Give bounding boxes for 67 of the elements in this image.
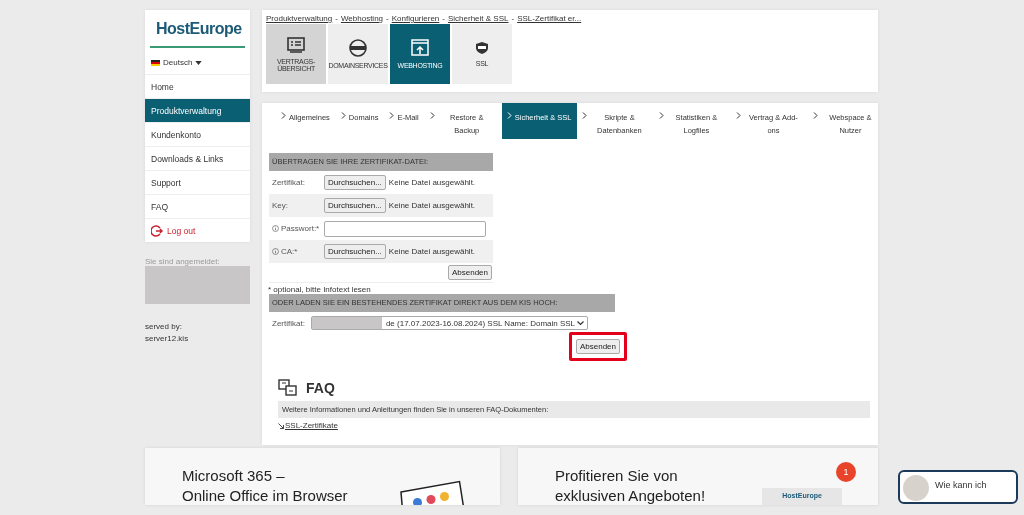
- chevron-icon: [389, 112, 395, 119]
- password-field[interactable]: [324, 220, 486, 237]
- arrow-icon: [278, 422, 284, 429]
- logo[interactable]: HostEurope: [150, 10, 245, 48]
- field-label: Passwort:*: [281, 224, 320, 233]
- nav-item[interactable]: Produktverwaltung: [145, 99, 250, 123]
- field-label: Zertifikat:: [272, 318, 305, 328]
- served-by-label: served by:: [145, 322, 183, 331]
- faq-link[interactable]: SSL-Zertifikate: [285, 421, 338, 430]
- server-name: server12.kis: [145, 334, 190, 343]
- flag-icon: [151, 59, 160, 66]
- promo-card[interactable]: Microsoft 365 – Online Office im Browser: [145, 448, 500, 505]
- caret-icon: [195, 60, 203, 65]
- redaction-block: [311, 317, 382, 329]
- file-status: Keine Datei ausgewählt.: [388, 201, 476, 210]
- info-icon: [272, 225, 279, 232]
- submit-button[interactable]: Absenden: [447, 265, 492, 280]
- breadcrumb-link[interactable]: Sicherheit & SSL: [448, 14, 509, 23]
- breadcrumb-separator: -: [511, 14, 515, 23]
- logout-icon: [151, 224, 163, 237]
- field-label: CA:*: [281, 247, 298, 256]
- tablet-chart-drawing: [398, 480, 464, 505]
- promo-title: Microsoft 365 –: [182, 466, 286, 486]
- breadcrumb-link[interactable]: Produktverwaltung: [266, 14, 333, 23]
- browse-button[interactable]: Durchsuchen...: [324, 244, 386, 259]
- chevron-icon: [429, 112, 435, 119]
- footnote: * optional, bitte Infotext lesen: [268, 285, 372, 294]
- breadcrumb-link[interactable]: SSL-Zertifikat er...: [517, 14, 582, 23]
- field-label: Zertifikat:: [272, 178, 305, 187]
- chevron-icon: [340, 112, 346, 119]
- login-label: Sie sind angemeldet:: [145, 257, 221, 266]
- breadcrumb-separator: -: [442, 14, 445, 23]
- submit-button[interactable]: Absenden: [575, 339, 620, 354]
- field-label: Key:: [272, 201, 288, 210]
- language-dropdown[interactable]: Deutsch: [145, 48, 250, 75]
- certificate-select[interactable]: de (17.07.2023-16.08.2024) SSL Name: Domain SSL: [310, 316, 589, 330]
- nav-item[interactable]: FAQ: [145, 195, 250, 219]
- chevron-icon: [281, 112, 286, 119]
- upload-window-icon: [411, 39, 429, 57]
- file-status: Keine Datei ausgewählt.: [388, 178, 476, 187]
- breadcrumb-link[interactable]: Webhosting: [340, 14, 384, 23]
- browse-button[interactable]: Durchsuchen...: [324, 175, 386, 190]
- chevron-icon: [736, 112, 742, 119]
- info-icon: [272, 248, 279, 255]
- chevron-icon: [582, 112, 588, 119]
- promo-title: exklusiven Angeboten!: [555, 486, 706, 505]
- nav-item[interactable]: Kundenkonto: [145, 123, 250, 147]
- faq-icon: [278, 379, 298, 397]
- breadcrumb-link[interactable]: Konfigurieren: [391, 14, 440, 23]
- avatar-placeholder: [903, 475, 929, 501]
- breadcrumb-separator: -: [386, 14, 389, 23]
- faq-title: FAQ: [306, 380, 335, 396]
- nav-item[interactable]: Downloads & Links: [145, 147, 250, 171]
- chat-widget[interactable]: Wie kann ich: [898, 470, 1018, 504]
- promo-title: Online Office im Browser: [182, 486, 348, 505]
- chevron-icon: [506, 112, 512, 119]
- browse-button[interactable]: Durchsuchen...: [324, 198, 386, 213]
- promo-title: Profitieren Sie von: [555, 466, 679, 486]
- breadcrumb-separator: -: [335, 14, 338, 23]
- shield-icon: [475, 41, 489, 55]
- notification-badge: 1: [836, 462, 856, 482]
- chevron-down-icon: [577, 320, 585, 326]
- logout-link[interactable]: Log out: [145, 219, 250, 242]
- chevron-icon: [813, 112, 819, 119]
- chevron-icon: [659, 112, 665, 119]
- nav-item[interactable]: Support: [145, 171, 250, 195]
- file-status: Keine Datei ausgewählt.: [388, 247, 476, 256]
